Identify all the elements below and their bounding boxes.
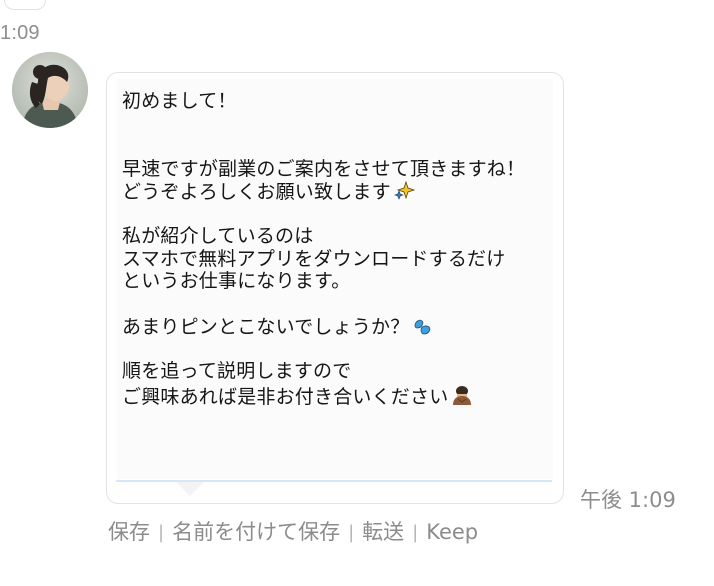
message-line-with-emoji: ご興味あれば是非お付き合いください [122,383,525,408]
message-line [122,135,525,158]
message-actions: 保存 | 名前を付けて保存 | 転送 | Keep [108,516,478,546]
save-button[interactable]: 保存 [108,520,150,544]
message-line-text: あまりピンとこないでしょうか？ [122,316,410,338]
sender-avatar[interactable] [12,52,88,128]
message-line: 初めまして！ [122,90,237,112]
avatar-photo [12,52,88,128]
message-line [122,293,525,316]
message-line [122,203,525,226]
message-line: というお仕事になります。 [122,270,351,292]
keep-button[interactable]: Keep [426,520,478,544]
message-line-with-emoji: どうぞよろしくお願い致します [122,180,525,203]
bowing-person-icon [450,383,474,413]
message-line-text: どうぞよろしくお願い致します [122,181,391,203]
bubble-tail [176,482,204,496]
sparkles-icon [393,180,416,208]
action-separator: | [158,522,165,543]
message-line-text: ご興味あれば是非お付き合いください [122,385,449,408]
message-text: 初めまして！ 早速ですが副業のご案内をさせて頂きますね！ どうぞよろしくお願い致… [122,90,526,408]
message-line: 早速ですが副業のご案内をさせて頂きますね！ [122,157,526,180]
message-line [122,113,525,136]
message-line [122,338,525,361]
forward-button[interactable]: 転送 [362,520,404,544]
message-line: 私が紹介しているのは [122,225,314,247]
save-as-button[interactable]: 名前を付けて保存 [172,520,340,544]
previous-message-time: 1:09 [0,22,40,44]
message-line-with-emoji: あまりピンとこないでしょうか？ [122,315,525,338]
action-separator: | [412,522,419,543]
action-separator: | [348,522,355,543]
sweat-drops-icon [411,315,435,343]
message-line: スマホで無料アプリをダウンロードするだけ [122,247,506,270]
message-time: 午後 1:09 [580,488,676,512]
message-line: 順を追って説明しますので [122,360,352,382]
previous-message-bubble[interactable] [4,0,46,10]
